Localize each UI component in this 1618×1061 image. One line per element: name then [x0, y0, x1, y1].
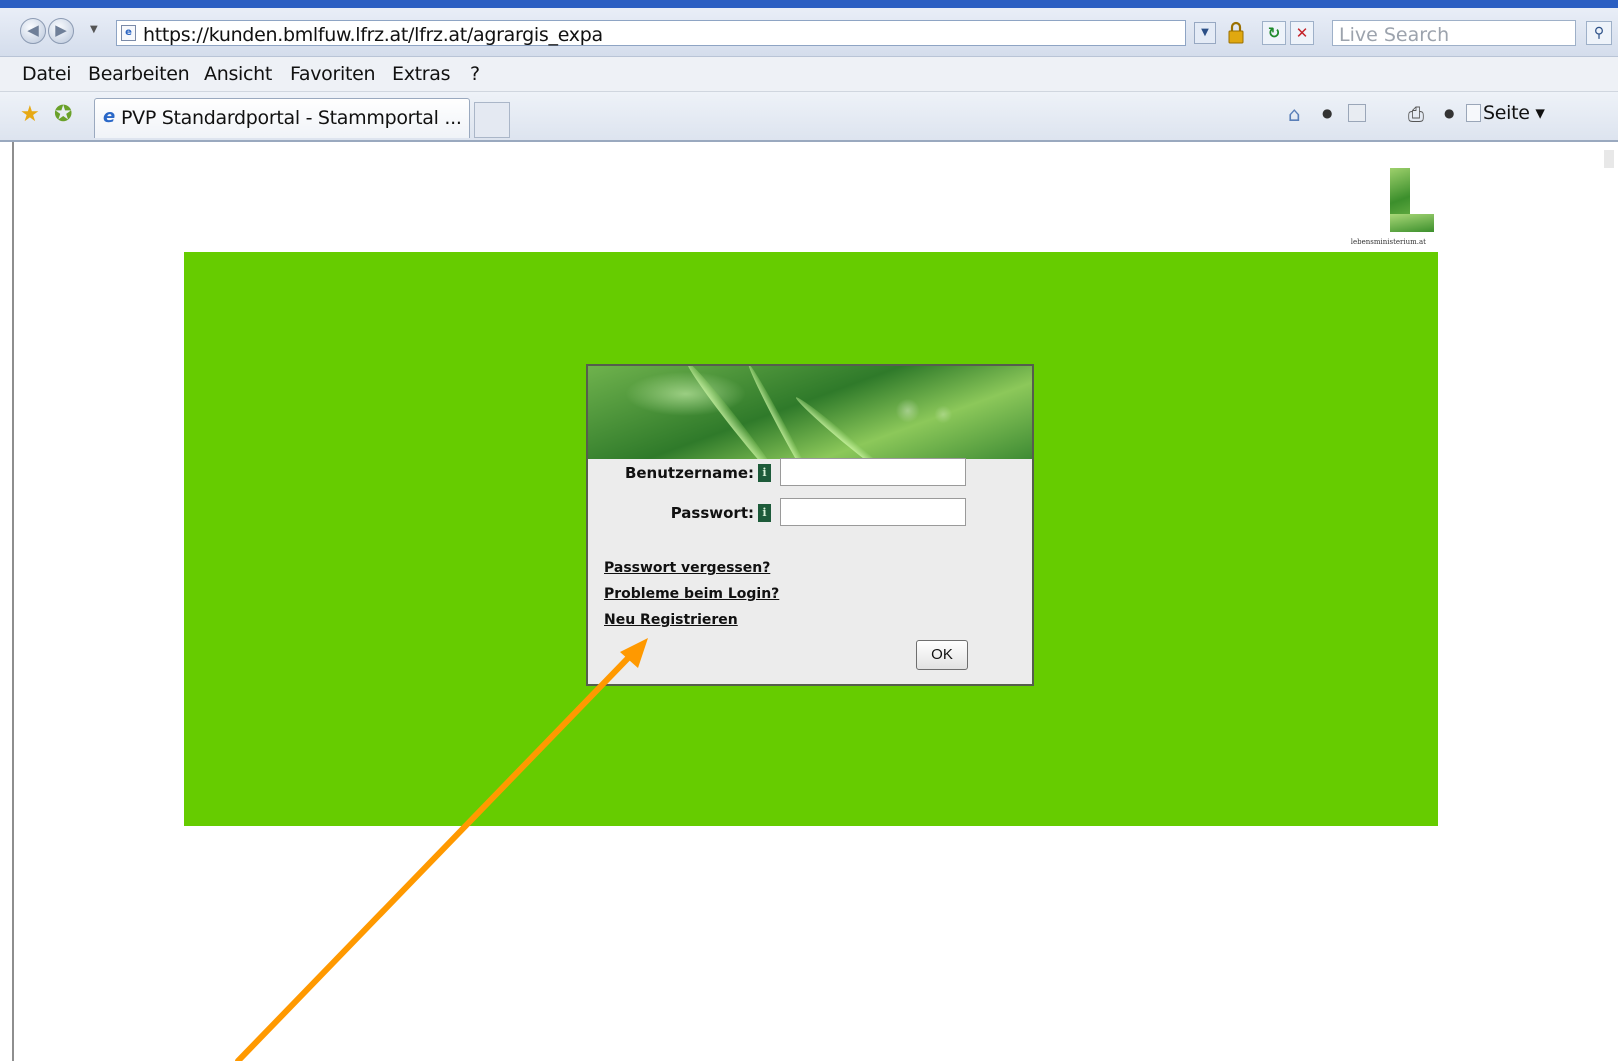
home-dropdown-icon[interactable]: ● [1322, 106, 1332, 120]
print-icon[interactable]: ⎙ [1408, 102, 1424, 126]
address-bar: ◀ ▶ ▼ e https://kunden.bmlfuw.lfrz.at/lf… [0, 8, 1618, 57]
login-problems-link[interactable]: Probleme beim Login? [604, 586, 779, 602]
refresh-icon[interactable]: ↻ [1262, 21, 1286, 45]
page-icon [1466, 104, 1481, 122]
url-field[interactable]: e https://kunden.bmlfuw.lfrz.at/lfrz.at/… [116, 20, 1186, 46]
username-label: Benutzername: [624, 464, 754, 482]
favorites-star-icon[interactable]: ★ [20, 102, 40, 127]
tab-title: PVP Standardportal - Stammportal ... [121, 107, 462, 129]
lock-icon[interactable] [1226, 21, 1246, 45]
print-dropdown-icon[interactable]: ● [1444, 106, 1454, 120]
password-info-icon[interactable]: i [758, 504, 771, 522]
password-field[interactable] [780, 498, 966, 526]
page-menu-label: Seite [1483, 102, 1530, 124]
forgot-password-link[interactable]: Passwort vergessen? [604, 560, 770, 576]
menu-extras[interactable]: Extras [392, 63, 451, 85]
menu-bar: Datei Bearbeiten Ansicht Favoriten Extra… [0, 57, 1618, 92]
menu-favoriten[interactable]: Favoriten [290, 63, 376, 85]
page-menu-button[interactable]: Seite ▾ [1466, 102, 1545, 124]
back-button[interactable]: ◀ [20, 18, 46, 44]
ok-button[interactable]: OK [916, 640, 968, 670]
recent-pages-dropdown-icon[interactable]: ▼ [90, 24, 98, 35]
live-search-input[interactable]: Live Search [1332, 20, 1576, 46]
logo-caption: lebensministerium.at [1350, 238, 1426, 246]
username-info-icon[interactable]: i [758, 464, 771, 482]
logo-mark-horizontal [1390, 214, 1434, 232]
menu-bearbeiten[interactable]: Bearbeiten [88, 63, 190, 85]
scrollbar[interactable] [1604, 150, 1614, 168]
register-link[interactable]: Neu Registrieren [604, 612, 738, 628]
url-text: https://kunden.bmlfuw.lfrz.at/lfrz.at/ag… [143, 24, 603, 46]
login-dialog: Benutzername: i Passwort: i Passwort ver… [586, 364, 1034, 686]
search-placeholder: Live Search [1339, 24, 1450, 46]
tab-bar: ★ ✪ e PVP Standardportal - Stammportal .… [0, 92, 1618, 142]
home-icon[interactable]: ⌂ [1288, 102, 1301, 126]
window-title-strip [0, 0, 1618, 8]
grass-banner-image [588, 366, 1032, 459]
ie-page-icon: e [103, 106, 116, 127]
add-favorite-icon[interactable]: ✪ [54, 102, 72, 127]
new-tab-button[interactable] [474, 102, 510, 138]
lebensministerium-logo: lebensministerium.at [1316, 168, 1438, 252]
menu-datei[interactable]: Datei [22, 63, 72, 85]
page-icon: e [121, 25, 136, 41]
tab-pvp-standardportal[interactable]: e PVP Standardportal - Stammportal ... [94, 98, 470, 138]
username-field[interactable] [780, 458, 966, 486]
search-icon[interactable]: ⚲ [1586, 21, 1612, 45]
feeds-icon[interactable] [1348, 104, 1366, 122]
menu-ansicht[interactable]: Ansicht [204, 63, 272, 85]
url-dropdown-icon[interactable]: ▼ [1194, 22, 1216, 44]
forward-button[interactable]: ▶ [48, 18, 74, 44]
password-label: Passwort: [670, 504, 754, 522]
stop-icon[interactable]: ✕ [1290, 21, 1314, 45]
menu-help[interactable]: ? [470, 63, 480, 85]
